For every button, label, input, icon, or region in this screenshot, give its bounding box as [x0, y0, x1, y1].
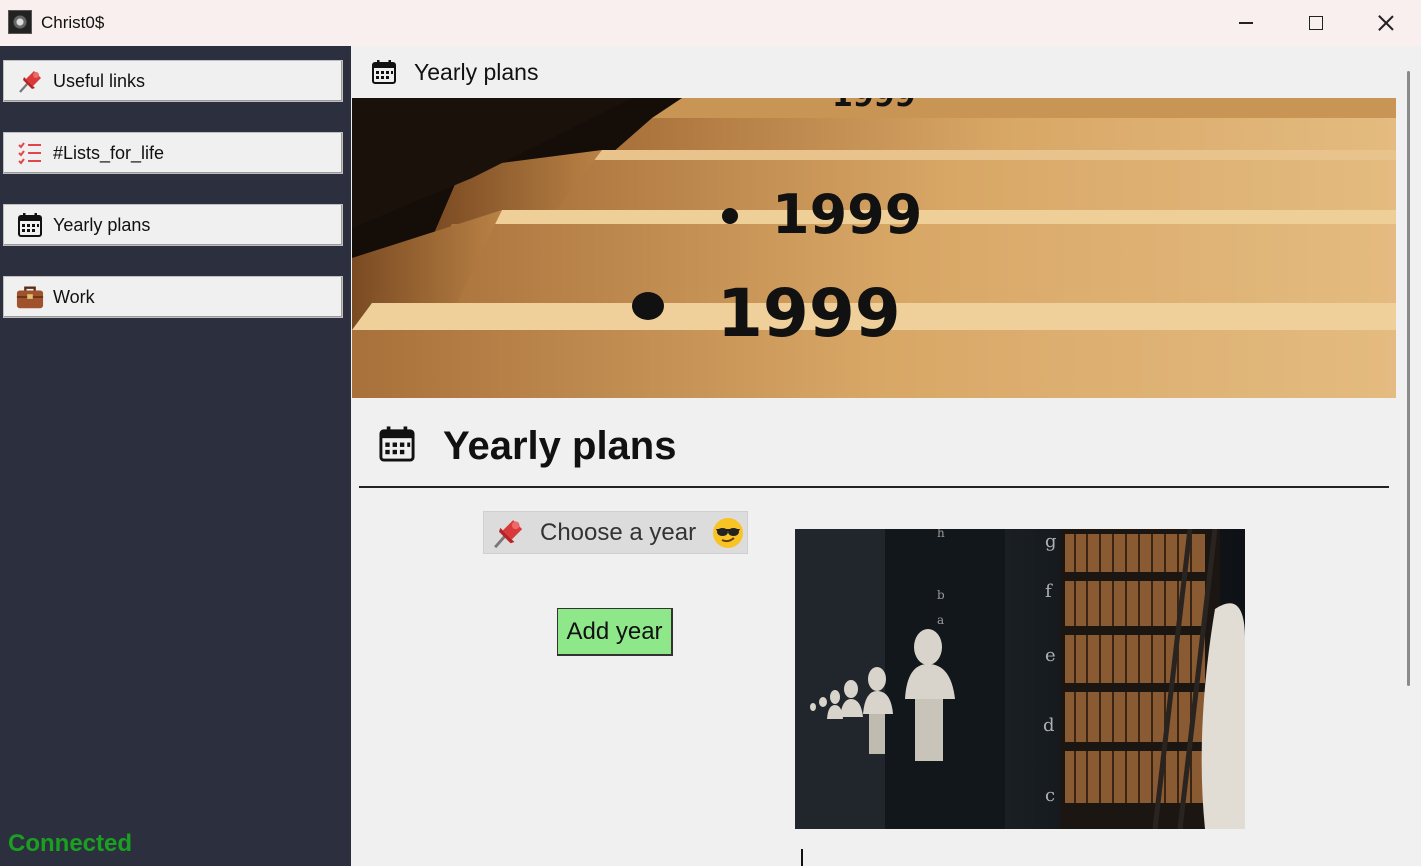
calendar-icon	[16, 211, 44, 239]
banner-image: 1999 1999 1999	[352, 98, 1396, 398]
pushpin-icon	[16, 67, 44, 95]
minimize-icon	[1239, 22, 1253, 24]
section-header: Yearly plans	[378, 424, 676, 469]
calendar-icon	[378, 425, 416, 468]
pushpin-icon	[490, 515, 526, 551]
app-icon	[8, 10, 32, 34]
shelf-letter: e	[1045, 645, 1056, 666]
maximize-button[interactable]	[1281, 0, 1351, 46]
sidebar-item-useful-links[interactable]: Useful links	[3, 60, 343, 102]
title-bar[interactable]: Christ0$	[0, 0, 1421, 46]
sunglasses-face-icon	[712, 517, 744, 549]
sidebar-item-label: Work	[53, 286, 95, 307]
banner-number: 1999	[772, 183, 922, 246]
shelf-letter: a	[937, 613, 944, 627]
sidebar-item-label: #Lists_for_life	[53, 142, 165, 163]
sidebar-item-work[interactable]: Work	[3, 276, 343, 318]
scrollbar[interactable]	[1400, 46, 1421, 866]
shelf-letter: d	[1043, 715, 1055, 736]
banner-number: 1999	[717, 275, 901, 352]
scrollbar-thumb[interactable]	[1407, 71, 1410, 686]
shelf-letter: b	[937, 588, 945, 602]
sidebar-item-label: Yearly plans	[53, 214, 151, 235]
add-year-button[interactable]: Add year	[557, 608, 673, 656]
year-picker-label: Choose a year	[540, 518, 697, 546]
page-header: Yearly plans	[351, 46, 1396, 98]
sidebar-item-yearly-plans[interactable]: Yearly plans	[3, 204, 343, 246]
banner-number: 1999	[832, 98, 916, 114]
main-panel: Yearly plans 1999 1999 Yearly plans Choo…	[351, 46, 1421, 866]
calendar-icon	[371, 59, 397, 85]
year-picker[interactable]: Choose a year	[483, 511, 748, 554]
window-title: Christ0$	[41, 13, 105, 32]
divider	[359, 486, 1389, 488]
close-button[interactable]	[1351, 0, 1421, 46]
shelf-letter: h	[937, 529, 945, 540]
shelf-letter: g	[1045, 531, 1057, 552]
list-icon	[16, 139, 44, 167]
close-icon	[1378, 15, 1394, 31]
library-image: g f e d c h b a	[795, 529, 1245, 829]
app-window: Christ0$ Useful links #Lists_for_life Ye…	[0, 0, 1421, 866]
sidebar-item-label: Useful links	[53, 70, 146, 91]
briefcase-icon	[16, 283, 44, 311]
shelf-letter: c	[1045, 785, 1055, 806]
connection-status: Connected	[8, 830, 133, 857]
maximize-icon	[1309, 16, 1323, 30]
minimize-button[interactable]	[1211, 0, 1281, 46]
sidebar-item-lists-for-life[interactable]: #Lists_for_life	[3, 132, 343, 174]
section-title: Yearly plans	[443, 424, 677, 468]
page-title: Yearly plans	[414, 58, 539, 85]
sidebar: Useful links #Lists_for_life Yearly plan…	[0, 46, 351, 866]
text-cursor	[801, 849, 803, 866]
